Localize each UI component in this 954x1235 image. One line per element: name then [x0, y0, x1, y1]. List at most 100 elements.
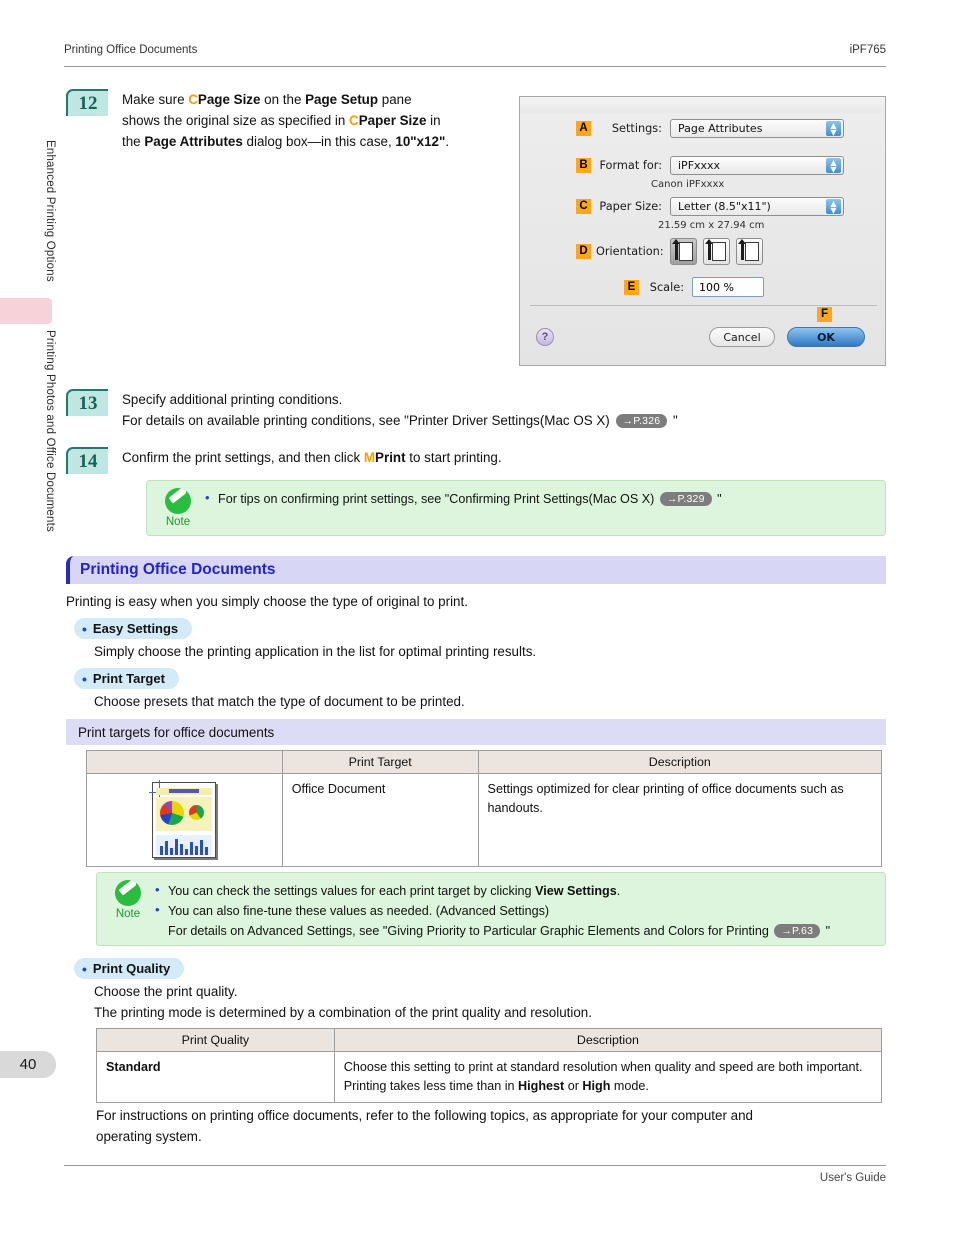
print-quality-table: Print Quality Description Standard Choos…	[96, 1028, 883, 1103]
paper-size-label: Paper Size:	[599, 200, 662, 213]
note-2-item-1-c: .	[616, 884, 621, 898]
step-12-l1c: on the	[260, 92, 306, 107]
note-box-2: Note You can check the settings values f…	[96, 872, 886, 946]
section-intro-text: Printing is easy when you simply choose …	[66, 594, 468, 609]
pencil-icon	[115, 880, 141, 906]
dialog-scale-row: E Scale: 100 %	[624, 277, 764, 297]
page-reference-329[interactable]: →P.329	[659, 492, 712, 506]
note-2-item-1-a: You can check the settings values for ea…	[168, 884, 536, 898]
note-label: Note	[165, 516, 191, 528]
note-1-item-1-a: For tips on confirming print settings, s…	[218, 492, 658, 506]
closing-paragraph-line-2: operating system.	[96, 1129, 202, 1144]
callout-badge-f: F	[817, 307, 832, 322]
format-for-dropdown[interactable]: iPFxxxx ▲ ▼	[670, 156, 844, 175]
orientation-landscape-left-button[interactable]	[703, 238, 730, 265]
pq-desc-l1: Choose this setting to print at standard…	[343, 1060, 863, 1074]
sidebar-tab-printing-photos-and-office-documents: Printing Photos and Office Documents	[44, 330, 56, 532]
step-13-l2b: "	[669, 413, 678, 428]
step-14-l1c: to start printing.	[405, 450, 502, 465]
step-13-number: 13	[66, 389, 108, 416]
subheader-print-targets: Print targets for office documents	[66, 719, 886, 745]
ok-button[interactable]: OK	[787, 327, 865, 347]
note-2-item-2-continuation: For details on Advanced Settings, see "G…	[155, 921, 875, 941]
dialog-paper-size-row: C Paper Size: Letter (8.5"x11") ▲ ▼	[576, 197, 844, 216]
up-arrow-icon	[738, 239, 746, 260]
sidebar-tab-enhanced-printing-options: Enhanced Printing Options	[44, 140, 56, 282]
step-12-l2a: shows the original size as specified in	[122, 113, 350, 128]
paper-size-dropdown[interactable]: Letter (8.5"x11") ▲ ▼	[670, 197, 844, 216]
orientation-landscape-right-button[interactable]	[736, 238, 763, 265]
step-13: 13 Specify additional printing condition…	[66, 389, 886, 431]
cell-thumbnail	[86, 773, 283, 867]
pill-print-target: • Print Target	[74, 668, 179, 689]
step-14-l1a: Confirm the print settings, and then cli…	[122, 450, 364, 465]
step-13-l1: Specify additional printing conditions.	[122, 392, 343, 407]
scale-input-value: 100 %	[699, 280, 734, 294]
thumb-bar-band	[156, 835, 213, 855]
settings-dropdown-value: Page Attributes	[678, 122, 763, 135]
callout-badge-d: D	[576, 244, 591, 259]
dialog-separator	[530, 305, 877, 306]
step-12-l1b: Page Size	[197, 92, 261, 107]
callout-badge-b: B	[576, 158, 591, 173]
cancel-button[interactable]: Cancel	[709, 327, 775, 347]
step-12: 12 Make sure CPage Size on the Page Setu…	[66, 89, 506, 152]
step-12-l2b: Paper Size	[358, 113, 427, 128]
help-button[interactable]: ?	[536, 328, 554, 346]
step-13-l2a: For details on available printing condit…	[122, 413, 614, 428]
callout-badge-a: A	[576, 121, 591, 136]
paper-size-dimensions: 21.59 cm x 27.94 cm	[658, 220, 765, 231]
note-2-list: You can check the settings values for ea…	[155, 880, 875, 941]
chevron-updown-icon: ▲ ▼	[826, 121, 841, 137]
page-landscape-icon	[745, 242, 759, 261]
table-header-row: Print Quality Description	[96, 1028, 883, 1052]
note-2-item-2-cont-b: "	[822, 924, 831, 938]
note-icon-group: Note	[156, 488, 200, 528]
note-2-item-2-text: You can also fine-tune these values as n…	[168, 904, 550, 918]
pill-easy-settings: • Easy Settings	[74, 618, 193, 639]
note-2-item-1: You can check the settings values for ea…	[155, 880, 875, 901]
callout-badge-c: C	[576, 199, 591, 214]
format-for-sublabel: Canon iPFxxxx	[651, 179, 725, 190]
scale-input[interactable]: 100 %	[692, 277, 764, 297]
cell-print-target: Office Document	[281, 773, 479, 867]
pq-desc-l2c: or	[564, 1079, 583, 1093]
callout-badge-e: E	[624, 279, 639, 295]
note-icon-group: Note	[106, 880, 150, 920]
pq-desc-l2d: High	[582, 1079, 611, 1093]
step-12-l3a: the	[122, 134, 145, 149]
pencil-glyph	[168, 488, 187, 504]
orientation-portrait-button[interactable]	[670, 238, 697, 265]
chevron-updown-icon: ▲ ▼	[826, 199, 841, 215]
note-2-item-2: You can also fine-tune these values as n…	[155, 900, 875, 921]
orientation-label: Orientation:	[596, 245, 664, 258]
section-header-printing-office-documents: Printing Office Documents	[66, 556, 886, 584]
page-header: Printing Office Documents iPF765	[64, 44, 886, 56]
note-2-item-1-b: View Settings	[535, 884, 617, 898]
page-reference-326[interactable]: →P.326	[615, 414, 668, 428]
cell-description: Settings optimized for clear printing of…	[477, 773, 883, 867]
paper-size-dropdown-value: Letter (8.5"x11")	[678, 200, 771, 213]
thumb-title-band	[156, 788, 213, 795]
print-quality-line-2: The printing mode is determined by a com…	[94, 1005, 592, 1020]
header-model-name: iPF765	[849, 44, 886, 56]
page-reference-63[interactable]: →P.63	[774, 924, 821, 938]
settings-dropdown[interactable]: Page Attributes ▲ ▼	[670, 119, 844, 138]
cell-quality-description: Choose this setting to print at standard…	[333, 1051, 883, 1103]
step-14-text: Confirm the print settings, and then cli…	[122, 447, 502, 468]
office-document-thumbnail-icon	[149, 780, 217, 858]
scale-label: Scale:	[649, 280, 684, 294]
col-print-target: Print Target	[281, 750, 479, 774]
print-target-description: Choose presets that match the type of do…	[94, 694, 465, 709]
col-thumbnail	[86, 750, 283, 774]
table-header-row: Print Target Description	[86, 750, 883, 774]
pill-print-target-label: Print Target	[92, 671, 165, 686]
step-12-number: 12	[66, 89, 108, 116]
note-1-list: For tips on confirming print settings, s…	[205, 488, 875, 509]
step-12-l3e: .	[445, 134, 450, 149]
table-row: Office Document Settings optimized for c…	[86, 773, 883, 867]
step-12-l1e: pane	[378, 92, 412, 107]
footer-divider	[64, 1165, 886, 1166]
dialog-orientation-row: D Orientation:	[576, 238, 769, 265]
page-attributes-dialog: A Settings: Page Attributes ▲ ▼ B Format …	[519, 96, 886, 366]
